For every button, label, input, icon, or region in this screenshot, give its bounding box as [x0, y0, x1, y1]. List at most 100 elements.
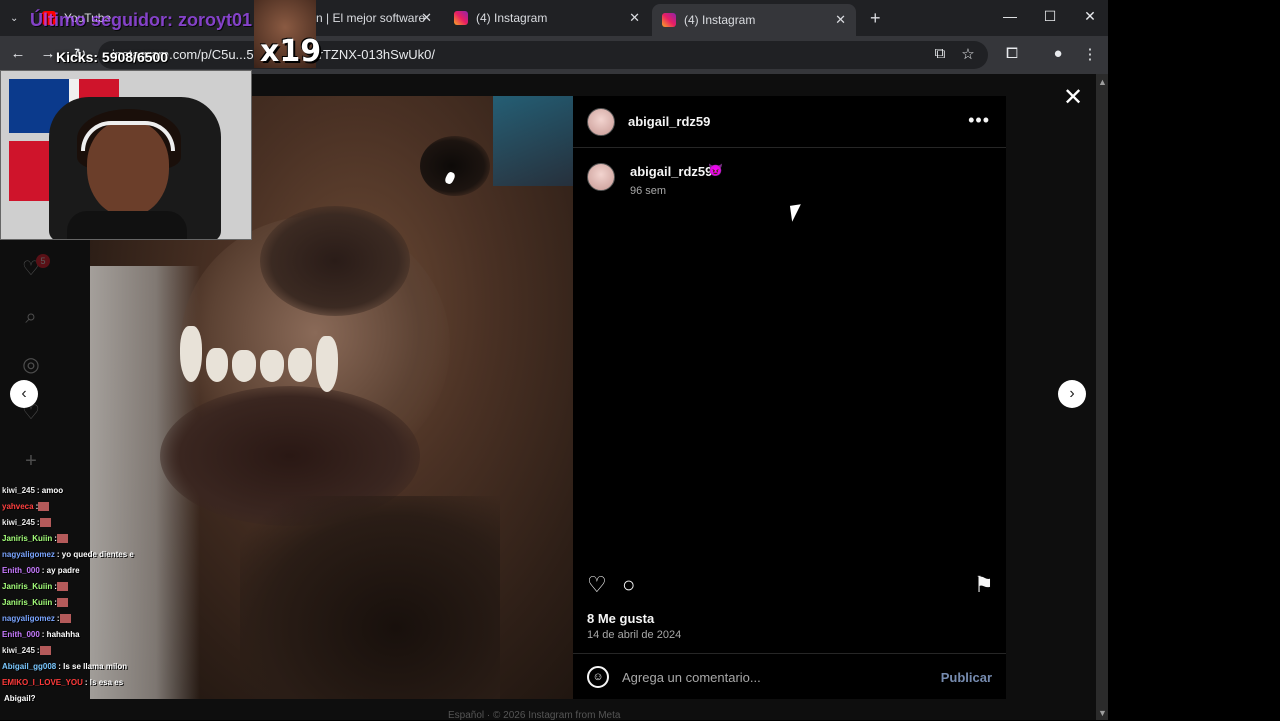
caption-emoji: 😈: [708, 163, 723, 177]
chat-username: kiwi_245: [2, 486, 35, 495]
gif-counter: x19: [260, 34, 322, 69]
close-window-icon[interactable]: ✕: [1080, 8, 1100, 25]
close-tab-icon[interactable]: ✕: [629, 10, 640, 26]
chat-emote-icon: [59, 614, 71, 624]
post-date: 14 de abril de 2024: [587, 629, 682, 641]
dog-nose: [260, 206, 410, 316]
previous-post-button[interactable]: ‹: [10, 380, 38, 408]
new-tab-button[interactable]: +: [860, 4, 891, 32]
chat-username: kiwi_245: [2, 646, 35, 655]
comment-icon[interactable]: ○: [622, 574, 635, 596]
author-avatar[interactable]: [587, 108, 615, 136]
chat-text: : ay padre: [41, 566, 80, 575]
browser-menu-icon[interactable]: ⋮: [1080, 45, 1100, 63]
back-icon[interactable]: ←: [8, 45, 28, 62]
minimize-icon[interactable]: —: [1000, 8, 1020, 24]
chat-text: : yo quede dientes e: [56, 550, 134, 559]
tab-instagram-active[interactable]: (4) Instagram ✕: [652, 4, 856, 36]
chat-message: Janiris_Kuiin:: [2, 534, 68, 544]
dog-chest: [240, 496, 500, 699]
instagram-icon: [662, 13, 676, 27]
chat-emote-icon: [56, 582, 68, 592]
chat-message: nagyaligomez:: [2, 614, 71, 624]
stream-chat: kiwi_245: amoo yahveca: kiwi_245: Janiris_K…: [0, 484, 134, 704]
chat-message: nagyaligomez: yo quede dientes e: [2, 550, 134, 559]
headphones: [81, 121, 175, 151]
kicks-counter: Kicks: 5908/6500: [56, 49, 169, 65]
chat-username: Enith_000: [2, 566, 40, 575]
publish-button[interactable]: Publicar: [941, 670, 992, 685]
tab-search-button[interactable]: ⌄: [0, 4, 30, 32]
address-bar[interactable]: instagram.com/p/C5u...5kx3lvSalxGrTZNX-0…: [98, 41, 988, 69]
chat-message: Janiris_Kuiin:: [2, 598, 68, 608]
forward-icon[interactable]: →: [38, 45, 58, 62]
close-tab-icon[interactable]: ✕: [421, 10, 432, 26]
comment-input[interactable]: Agrega un comentario...: [622, 670, 761, 685]
chat-text: : Is esa es: [84, 678, 124, 687]
post-header: abigail_rdz59 •••: [573, 96, 1006, 148]
dog-eye: [420, 136, 490, 196]
webcam-overlay: [0, 70, 252, 240]
extensions-icon[interactable]: ⧠: [1002, 45, 1022, 62]
like-icon[interactable]: ♡: [587, 574, 607, 596]
last-follower-overlay: Último seguidor: zoroyt01: [30, 10, 253, 30]
emoji-picker-icon[interactable]: ☺: [587, 666, 609, 688]
page-scrollbar[interactable]: ▲ ▼: [1096, 74, 1108, 720]
chat-message: Abigail?: [2, 694, 36, 703]
tab-label: (4) Instagram: [684, 13, 756, 27]
chat-emote-icon: [39, 518, 51, 528]
chat-text: : amoo: [36, 486, 64, 495]
chat-message: kiwi_245:: [2, 518, 51, 528]
profile-avatar-icon[interactable]: ●: [1048, 45, 1068, 62]
likes-count[interactable]: 8 Me gusta: [587, 611, 654, 626]
mouse-cursor: [789, 204, 804, 222]
chat-message: kiwi_245: amoo: [2, 486, 63, 495]
tab-label: (4) Instagram: [476, 11, 548, 25]
caption-timestamp[interactable]: 96 sem: [630, 185, 666, 197]
author-username[interactable]: abigail_rdz59: [628, 114, 710, 129]
chat-message: EMIKO_I_LOVE_YOU: Is esa es: [2, 678, 123, 687]
tab-instagram-1[interactable]: (4) Instagram ✕: [444, 4, 650, 32]
scroll-up-arrow[interactable]: ▲: [1098, 77, 1107, 87]
chat-emote-icon: [39, 646, 51, 656]
instagram-icon: [454, 11, 468, 25]
chat-message: Enith_000: hahahha: [2, 630, 80, 639]
install-app-icon[interactable]: ⧉: [930, 45, 950, 62]
maximize-icon[interactable]: ☐: [1040, 8, 1060, 25]
streamer-shirt: [67, 211, 187, 239]
chat-message: kiwi_245:: [2, 646, 51, 656]
post-details-panel: abigail_rdz59 ••• abigail_rdz59 😈 96 sem…: [573, 96, 1006, 699]
chat-emote-icon: [38, 502, 50, 512]
chat-username: EMIKO_I_LOVE_YOU: [2, 678, 83, 687]
caption-avatar[interactable]: [587, 163, 615, 191]
chat-username: Abigail_gg008: [2, 662, 57, 671]
chat-message: Abigail_gg008: Is se llama milon: [2, 662, 127, 671]
chat-text: : hahahha: [41, 630, 80, 639]
chat-username: Janiris_Kuiin: [2, 534, 53, 543]
chat-message: Janiris_Kuiin:: [2, 582, 68, 592]
scroll-down-arrow[interactable]: ▼: [1098, 708, 1107, 718]
bookmark-star-icon[interactable]: ☆: [958, 45, 978, 63]
photo-background-blue: [493, 96, 573, 186]
chat-emote-icon: [56, 534, 68, 544]
chat-text: Abigail?: [4, 694, 36, 703]
tab-label: n | El mejor software: [316, 11, 426, 25]
post-actions: ♡ ○ ⚑: [573, 566, 1006, 606]
close-modal-icon[interactable]: ✕: [1061, 86, 1085, 110]
more-options-icon[interactable]: •••: [968, 110, 990, 131]
close-tab-icon[interactable]: ✕: [835, 12, 846, 28]
chat-username: nagyaligomez: [2, 550, 55, 559]
save-bookmark-icon[interactable]: ⚑: [974, 574, 994, 596]
chat-username: kiwi_245: [2, 518, 35, 527]
chat-emote-icon: [56, 598, 68, 608]
chat-text: : Is se llama milon: [58, 662, 128, 671]
comment-composer: ☺ Agrega un comentario... Publicar: [573, 653, 1006, 699]
chat-username: Janiris_Kuiin: [2, 598, 53, 607]
next-post-button[interactable]: ›: [1058, 380, 1086, 408]
dog-teeth: [180, 326, 350, 396]
chat-username: yahveca: [2, 502, 34, 511]
caption-username[interactable]: abigail_rdz59: [630, 164, 712, 179]
page-footer: Español · © 2026 Instagram from Meta: [448, 710, 621, 721]
chat-message: Enith_000: ay padre: [2, 566, 80, 575]
chat-username: Enith_000: [2, 630, 40, 639]
